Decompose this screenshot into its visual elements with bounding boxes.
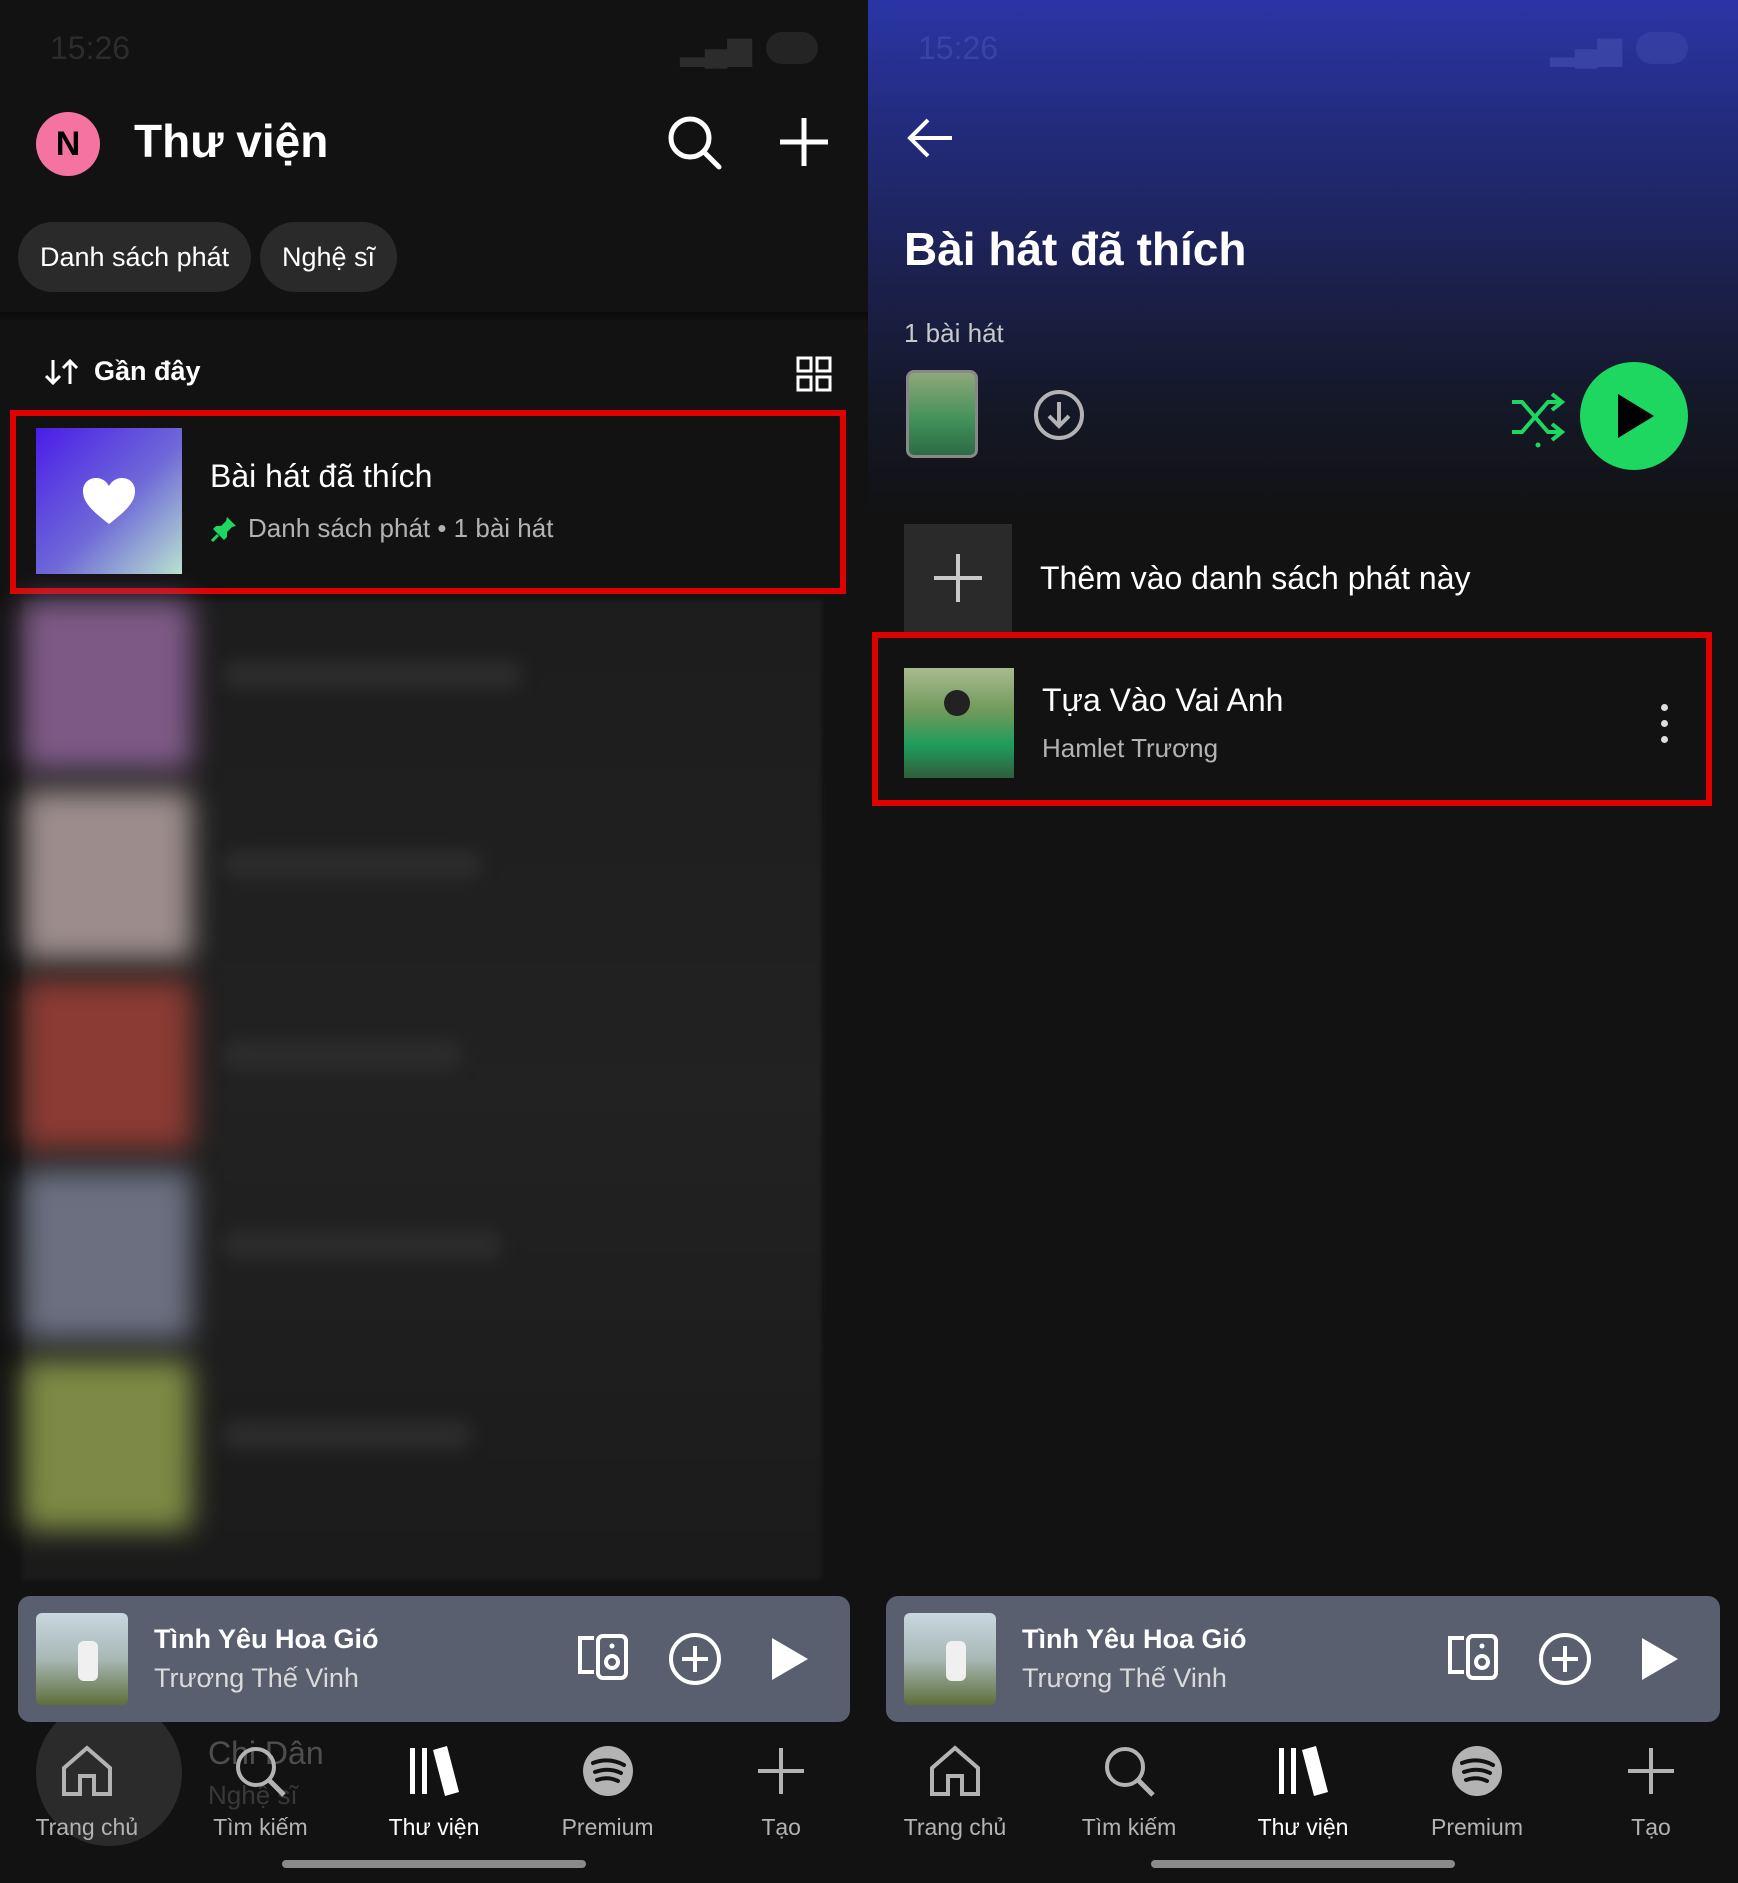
mini-player[interactable]: Tình Yêu Hoa Gió Trương Thế Vinh: [886, 1596, 1720, 1722]
sort-label: Gần đây: [94, 356, 201, 386]
spotify-icon: [582, 1746, 633, 1796]
plus-icon[interactable]: [774, 112, 834, 172]
home-indicator: [1151, 1860, 1455, 1868]
plus-icon: [1628, 1748, 1674, 1794]
search-icon: [1105, 1747, 1155, 1797]
chip-playlists[interactable]: Danh sách phát: [18, 222, 252, 292]
add-circle-icon[interactable]: [666, 1630, 724, 1688]
mini-player-cover: [36, 1613, 128, 1705]
home-icon: [930, 1745, 980, 1796]
mini-player[interactable]: Tình Yêu Hoa Gió Trương Thế Vinh: [18, 1596, 850, 1722]
sort-icon: [44, 358, 79, 385]
mini-player-artist: Trương Thế Vinh: [154, 1663, 359, 1693]
devices-icon[interactable]: [574, 1630, 632, 1688]
bottom-nav: Trang chủ Tìm kiếm Thư viện Premium Tạo: [868, 1742, 1738, 1862]
play-icon: [1618, 394, 1654, 438]
nav-create[interactable]: Tạo: [694, 1742, 868, 1862]
page-title: Thư viện: [134, 115, 329, 167]
mini-player-title: Tình Yêu Hoa Gió: [154, 1624, 379, 1654]
signal-icon: ▂▄▆: [680, 30, 752, 66]
status-time: 15:26: [918, 29, 999, 66]
library-screen: 15:26 ▂▄▆ N Thư viện Danh sách phát Nghệ…: [0, 0, 868, 1883]
mini-player-title: Tình Yêu Hoa Gió: [1022, 1624, 1247, 1654]
search-icon[interactable]: [664, 112, 724, 172]
grid-view-icon[interactable]: [796, 356, 832, 392]
mini-player-artist: Trương Thế Vinh: [1022, 1663, 1227, 1693]
nav-library[interactable]: Thư viện: [1216, 1742, 1390, 1862]
play-icon[interactable]: [758, 1630, 816, 1688]
nav-home[interactable]: Trang chủ: [0, 1742, 174, 1862]
status-bar: 15:26 ▂▄▆: [50, 30, 818, 66]
nav-search[interactable]: Tìm kiếm: [1042, 1742, 1216, 1862]
devices-icon[interactable]: [1444, 1630, 1502, 1688]
bottom-nav: Trang chủ Tìm kiếm Thư viện Premium Tạo: [0, 1742, 868, 1862]
add-circle-icon[interactable]: [1536, 1630, 1594, 1688]
library-icon: [409, 1746, 459, 1796]
nav-search[interactable]: Tìm kiếm: [174, 1742, 348, 1862]
status-bar: 15:26 ▂▄▆: [918, 30, 1688, 66]
chip-artists[interactable]: Nghệ sĩ: [260, 222, 398, 292]
battery-icon: [766, 32, 818, 64]
shuffle-icon[interactable]: [1508, 388, 1568, 448]
blurred-library-list: [22, 600, 822, 1580]
playlist-title: Bài hát đã thích: [904, 223, 1247, 275]
nav-premium[interactable]: Premium: [521, 1742, 695, 1862]
home-indicator: [282, 1860, 586, 1868]
play-button[interactable]: [1580, 362, 1688, 470]
sort-button[interactable]: Gần đây: [44, 356, 201, 387]
download-icon[interactable]: [1032, 388, 1086, 442]
highlight-box: [872, 632, 1712, 806]
playlist-preview-cover[interactable]: [906, 370, 978, 458]
nav-library[interactable]: Thư viện: [347, 1742, 521, 1862]
back-arrow-icon[interactable]: [904, 112, 956, 164]
spotify-icon: [1452, 1746, 1502, 1796]
status-time: 15:26: [50, 29, 131, 66]
song-count: 1 bài hát: [904, 318, 1004, 348]
liked-songs-screen: 15:26 ▂▄▆ Bài hát đã thích 1 bài hát Thê: [868, 0, 1738, 1883]
library-icon: [1279, 1746, 1328, 1796]
battery-icon: [1636, 32, 1688, 64]
add-to-playlist-row[interactable]: Thêm vào danh sách phát này: [904, 524, 1708, 632]
home-icon: [61, 1745, 112, 1796]
plus-icon: [758, 1748, 805, 1794]
highlight-box: [10, 410, 846, 594]
mini-player-cover: [904, 1613, 996, 1705]
avatar[interactable]: N: [36, 112, 100, 176]
nav-create[interactable]: Tạo: [1564, 1742, 1738, 1862]
add-to-playlist-label: Thêm vào danh sách phát này: [1040, 559, 1471, 596]
nav-premium[interactable]: Premium: [1390, 1742, 1564, 1862]
search-icon: [236, 1747, 287, 1797]
plus-icon: [934, 554, 982, 602]
play-icon[interactable]: [1628, 1630, 1686, 1688]
signal-icon: ▂▄▆: [1550, 30, 1622, 66]
nav-home[interactable]: Trang chủ: [868, 1742, 1042, 1862]
